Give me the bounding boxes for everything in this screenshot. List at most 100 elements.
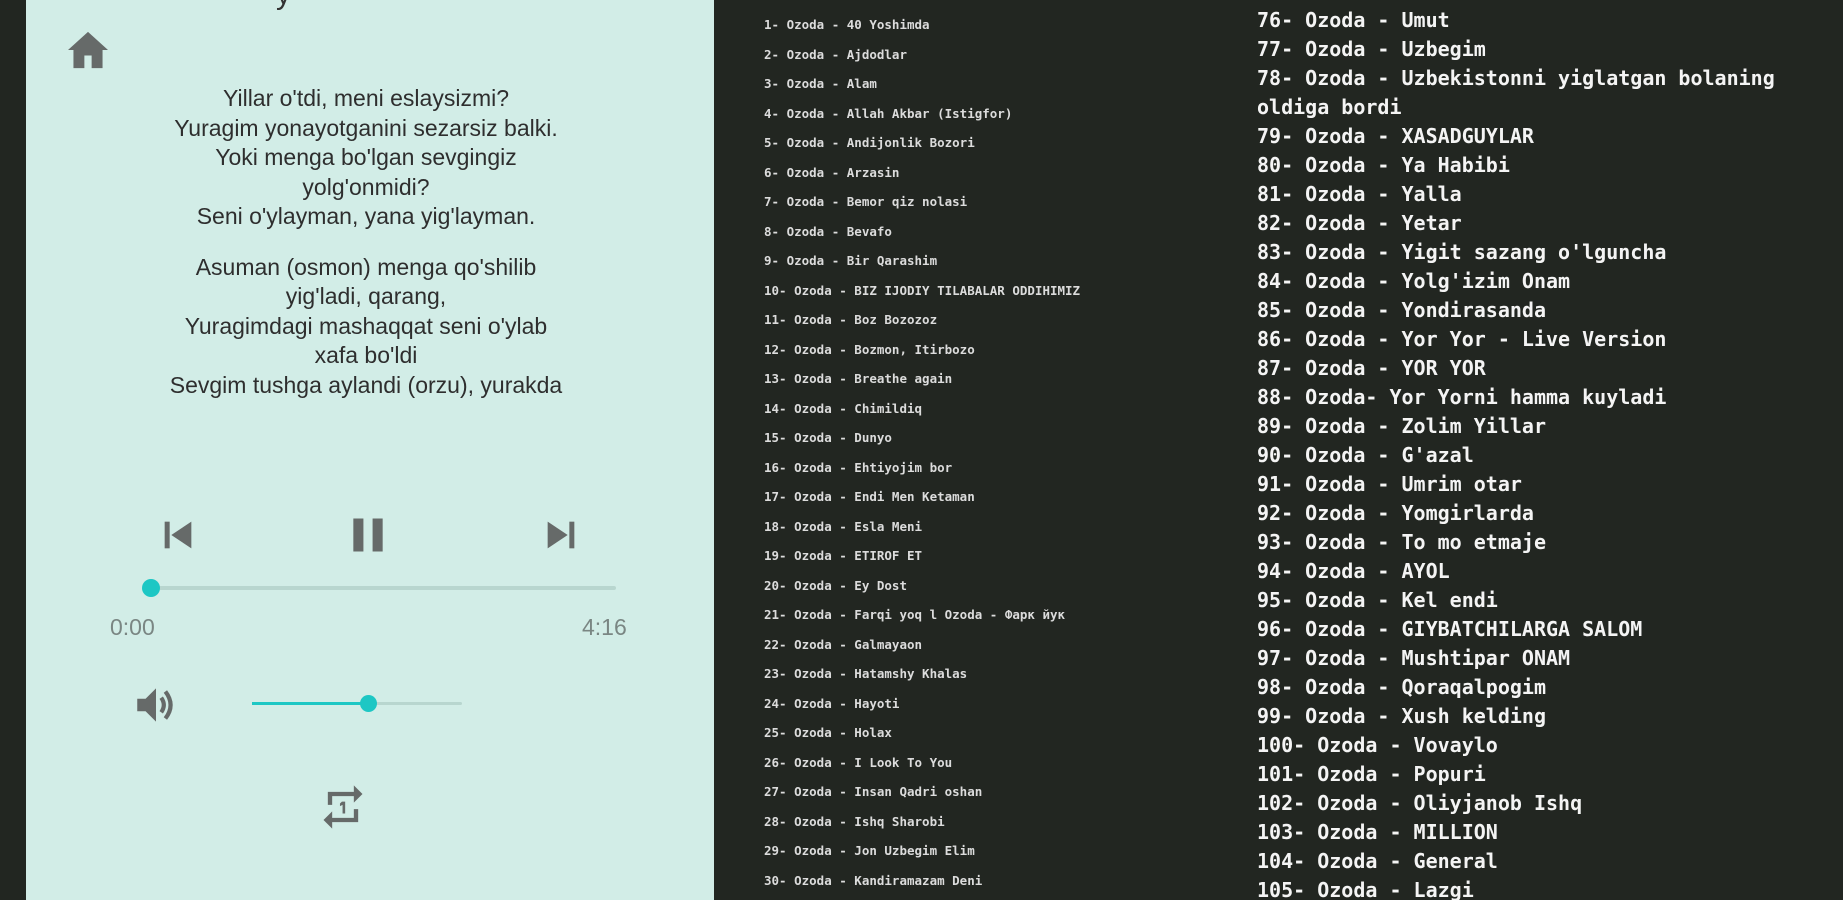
playlist-item[interactable]: 105- Ozoda - Lazgi	[1257, 876, 1837, 900]
playlist-item[interactable]: 82- Ozoda - Yetar	[1257, 209, 1837, 238]
lyrics-line: yig'ladi, qarang,	[285, 283, 447, 309]
playlist-item[interactable]: 81- Ozoda - Yalla	[1257, 180, 1837, 209]
playlist-item[interactable]: 13- Ozoda - Breathe again	[764, 364, 1234, 394]
playlist-column-2: 76- Ozoda - Umut 77- Ozoda - Uzbegim 78- O…	[1257, 6, 1837, 900]
home-icon	[68, 31, 108, 69]
skip-next-icon	[547, 521, 575, 549]
playlist-item[interactable]: 104- Ozoda - General	[1257, 847, 1837, 876]
playlist-item[interactable]: 22- Ozoda - Galmayaon	[764, 630, 1234, 660]
volume-slider[interactable]	[252, 695, 462, 712]
player-panel: y Yillar o'tdi, meni eslaysizmi? Yuragim …	[26, 0, 714, 900]
playlist-item[interactable]: 101- Ozoda - Popuri	[1257, 760, 1837, 789]
playlist-item[interactable]: 10- Ozoda - BIZ IJODIY TILABALAR ODDIHIM…	[764, 276, 1234, 306]
total-time: 4:16	[582, 614, 627, 640]
left-border	[0, 0, 26, 900]
lyrics-line: Yuragim yonayotganini sezarsiz balki.	[174, 114, 558, 141]
playlist-item[interactable]: 83- Ozoda - Yigit sazang o'lguncha	[1257, 238, 1837, 267]
playlist-column-1: 1- Ozoda - 40 Yoshimda 2- Ozoda - Ajdodla…	[764, 10, 1234, 895]
playlist-item[interactable]: 2- Ozoda - Ajdodlar	[764, 40, 1234, 70]
lyrics-line: ...	[356, 401, 376, 414]
playlist-item[interactable]: 77- Ozoda - Uzbegim	[1257, 35, 1837, 64]
current-time: 0:00	[110, 614, 155, 640]
playlist-item[interactable]: 88- Ozoda- Yor Yorni hamma kuyladi	[1257, 383, 1837, 412]
previous-button[interactable]	[148, 505, 208, 565]
playlist-item[interactable]: 102- Ozoda - Oliyjanob Ishq	[1257, 789, 1837, 818]
playlist-item[interactable]: 17- Ozoda - Endi Men Ketaman	[764, 482, 1234, 512]
playlist-item[interactable]: 98- Ozoda - Qoraqalpogim	[1257, 673, 1837, 702]
playlist-item[interactable]: 94- Ozoda - AYOL	[1257, 557, 1837, 586]
playlist-item[interactable]: 95- Ozoda - Kel endi	[1257, 586, 1837, 615]
playlist-item[interactable]: 100- Ozoda - Vovaylo	[1257, 731, 1837, 760]
playlist-item[interactable]: 85- Ozoda - Yondirasanda	[1257, 296, 1837, 325]
playlist-item[interactable]: 96- Ozoda - GIYBATCHILARGA SALOM	[1257, 615, 1837, 644]
playlist-item[interactable]: 19- Ozoda - ETIROF ET	[764, 541, 1234, 571]
lyrics-stanza: Asuman (osmon) menga qo'shilib yig'ladi, …	[106, 253, 626, 415]
playlist-item[interactable]: 80- Ozoda - Ya Habibi	[1257, 151, 1837, 180]
playlist-item[interactable]: 25- Ozoda - Holax	[764, 718, 1234, 748]
lyrics-line: Seni o'ylayman, yana yig'layman.	[196, 203, 536, 229]
playlist-item[interactable]: 26- Ozoda - I Look To You	[764, 748, 1234, 778]
playlist-item[interactable]: 20- Ozoda - Ey Dost	[764, 571, 1234, 601]
playlist-item[interactable]: 79- Ozoda - XASADGUYLAR	[1257, 122, 1837, 151]
playlist-item[interactable]: 87- Ozoda - YOR YOR	[1257, 354, 1837, 383]
playlist-item[interactable]: 91- Ozoda - Umrim otar	[1257, 470, 1837, 499]
playlist-item[interactable]: 9- Ozoda - Bir Qarashim	[764, 246, 1234, 276]
playlist-item[interactable]: 24- Ozoda - Hayoti	[764, 689, 1234, 719]
seek-bar[interactable]	[142, 579, 616, 597]
lyrics-line: Asuman (osmon) menga qo'shilib	[195, 253, 537, 280]
lyrics-panel: Yillar o'tdi, meni eslaysizmi? Yuragim yo…	[106, 84, 626, 414]
volume-button[interactable]	[124, 676, 188, 734]
playlist-item[interactable]: 89- Ozoda - Zolim Yillar	[1257, 412, 1837, 441]
playlist-item[interactable]: 21- Ozoda - Farqi yoq l Ozoda - Фарк йук	[764, 600, 1234, 630]
playlist-item[interactable]: 1- Ozoda - 40 Yoshimda	[764, 10, 1234, 40]
song-title: y	[276, 0, 291, 12]
pause-button[interactable]	[338, 505, 398, 565]
lyrics-line: Sevgim tushga aylandi (orzu), yurakda	[169, 371, 563, 398]
playlist-item[interactable]: 30- Ozoda - Kandiramazam Deni	[764, 866, 1234, 896]
lyrics-line: yolg'onmidi?	[302, 173, 430, 200]
playlist-item[interactable]: 27- Ozoda - Insan Qadri oshan	[764, 777, 1234, 807]
playlist-item[interactable]: 97- Ozoda - Mushtipar ONAM	[1257, 644, 1837, 673]
playlist-item[interactable]: 78- Ozoda - Uzbekistonni yiglatgan bolan…	[1257, 64, 1837, 122]
playlist-item[interactable]: 28- Ozoda - Ishq Sharobi	[764, 807, 1234, 837]
playlist-item[interactable]: 5- Ozoda - Andijonlik Bozori	[764, 128, 1234, 158]
playlist-item[interactable]: 16- Ozoda - Ehtiyojim bor	[764, 453, 1234, 483]
volume-fill	[252, 702, 368, 705]
playlist-item[interactable]: 6- Ozoda - Arzasin	[764, 158, 1234, 188]
playlist-item[interactable]: 7- Ozoda - Bemor qiz nolasi	[764, 187, 1234, 217]
playlist-item[interactable]: 76- Ozoda - Umut	[1257, 6, 1837, 35]
lyrics-stanza: Yillar o'tdi, meni eslaysizmi? Yuragim yo…	[106, 84, 626, 232]
playlist-item[interactable]: 103- Ozoda - MILLION	[1257, 818, 1837, 847]
volume-icon	[137, 688, 173, 722]
home-button[interactable]	[64, 28, 112, 72]
playlist-item[interactable]: 84- Ozoda - Yolg'izim Onam	[1257, 267, 1837, 296]
seek-thumb[interactable]	[142, 579, 160, 597]
playlist-item[interactable]: 23- Ozoda - Hatamshy Khalas	[764, 659, 1234, 689]
playlist-item[interactable]: 4- Ozoda - Allah Akbar (Istigfor)	[764, 99, 1234, 129]
playlist-item[interactable]: 92- Ozoda - Yomgirlarda	[1257, 499, 1837, 528]
playlist-item[interactable]: 99- Ozoda - Xush kelding	[1257, 702, 1837, 731]
playlist-item[interactable]: 12- Ozoda - Bozmon, Itirbozo	[764, 335, 1234, 365]
repeat-one-icon	[323, 785, 363, 829]
playlist-item[interactable]: 14- Ozoda - Chimildiq	[764, 394, 1234, 424]
playlist-item[interactable]: 29- Ozoda - Jon Uzbegim Elim	[764, 836, 1234, 866]
playlist-item[interactable]: 8- Ozoda - Bevafo	[764, 217, 1234, 247]
lyrics-line: Yillar o'tdi, meni eslaysizmi?	[222, 85, 510, 111]
lyrics-line: xafa bo'ldi	[314, 342, 418, 368]
playlist-item[interactable]: 11- Ozoda - Boz Bozozoz	[764, 305, 1234, 335]
playback-controls	[26, 505, 714, 565]
playlist-panel: 1- Ozoda - 40 Yoshimda 2- Ozoda - Ajdodla…	[714, 0, 1843, 900]
playlist-item[interactable]: 86- Ozoda - Yor Yor - Live Version	[1257, 325, 1837, 354]
next-button[interactable]	[531, 505, 591, 565]
playlist-item[interactable]: 3- Ozoda - Alam	[764, 69, 1234, 99]
lyrics-line: Yoki menga bo'lgan sevgingiz	[215, 144, 517, 170]
repeat-button[interactable]	[314, 778, 372, 836]
playlist-item[interactable]: 90- Ozoda - G'azal	[1257, 441, 1837, 470]
pause-icon	[353, 518, 383, 552]
playlist-item[interactable]: 15- Ozoda - Dunyo	[764, 423, 1234, 453]
playlist-item[interactable]: 18- Ozoda - Esla Meni	[764, 512, 1234, 542]
skip-previous-icon	[164, 521, 192, 549]
playlist-item[interactable]: 93- Ozoda - To mo etmaje	[1257, 528, 1837, 557]
lyrics-line: Yuragimdagi mashaqqat seni o'ylab	[184, 312, 548, 339]
volume-thumb[interactable]	[359, 695, 377, 712]
